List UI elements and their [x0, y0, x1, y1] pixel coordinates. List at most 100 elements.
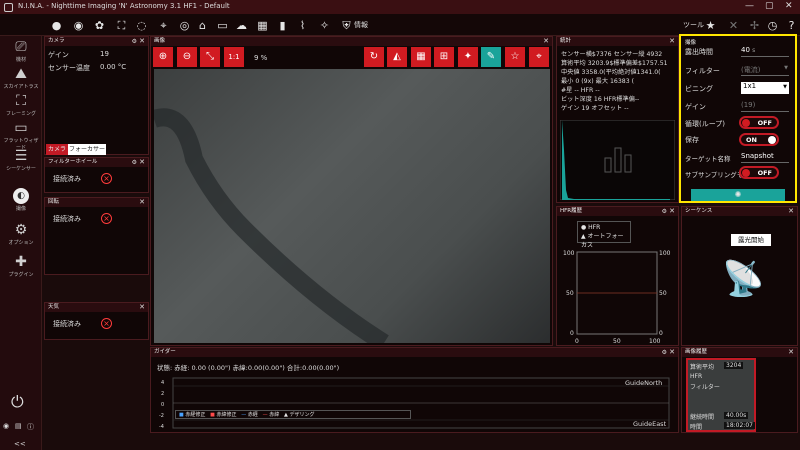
star-detect-button[interactable]: ☆ [505, 47, 525, 67]
exposure-input[interactable]: 40 s [741, 46, 789, 57]
collapse-icon[interactable]: << [14, 440, 26, 448]
view-icon[interactable]: ◉ [3, 422, 9, 430]
camera-panel: カメラ ⚙ ✕ ゲイン 19 センサー温度 0.00 °C カメラ フォーカサー [44, 36, 149, 155]
zoom-fit-button[interactable]: ⤡ [200, 47, 220, 67]
filter-select[interactable]: (電流) ▼ [741, 65, 789, 76]
crosshair-button[interactable]: ⊞ [434, 47, 454, 67]
sidebar-item-plugins[interactable]: ✚ プラグイン [2, 254, 40, 278]
plate-solve-button[interactable]: ⌖ [529, 47, 549, 67]
camera-status-icon[interactable]: ● [50, 19, 63, 32]
puzzle-icon: ✚ [15, 254, 27, 270]
close-icon[interactable]: ✕ [788, 207, 794, 216]
info-icon[interactable]: ⓘ [27, 422, 34, 432]
gain-label: ゲイン [685, 103, 706, 111]
sidebar-item-sequencer[interactable]: ☰ シーケンサー [2, 148, 40, 172]
framing-icon: ⛶ [16, 93, 26, 109]
subsample-toggle[interactable]: OFF [739, 166, 779, 179]
loop-toggle[interactable]: OFF [739, 116, 779, 129]
telescope-status-icon[interactable]: ⌖ [157, 19, 170, 32]
guider-legend: ■ 赤経修正 ■ 赤緯修正 — 赤経 — 赤緯 ▲ デザリング [175, 410, 411, 419]
stats-status-icon[interactable]: ▮ [276, 19, 289, 32]
subsample-label: サブサンプリングモ [685, 171, 744, 179]
tools-label[interactable]: ツール [683, 20, 704, 30]
svg-text:-2: -2 [159, 413, 164, 419]
power-icon[interactable]: ⏻ [11, 392, 24, 412]
close-icon[interactable]: ✕ [669, 348, 675, 357]
close-icon[interactable]: ✕ [669, 207, 675, 216]
grid-button[interactable]: ▦ [411, 47, 431, 67]
dome-status-icon[interactable]: ⌂ [196, 19, 209, 32]
gain-input[interactable]: (19) [741, 101, 789, 112]
rotate-button[interactable]: ↻ [364, 47, 384, 67]
shield-icon[interactable]: ⛨ [340, 19, 353, 32]
sidebar-item-flatwizard[interactable]: ▭ フラットウィザード [2, 120, 40, 151]
sidebar-item-equipment[interactable]: ⎚ 機材 [2, 39, 40, 63]
disconnect-icon[interactable]: × [101, 318, 112, 329]
help-icon[interactable]: ? [785, 19, 798, 32]
sensor-temp-value: 0.00 °C [100, 63, 127, 71]
close-icon[interactable]: ✕ [543, 37, 549, 46]
loop-label: 循環(ループ) [685, 120, 726, 128]
sidebar-item-options[interactable]: ⚙ オプション [2, 222, 40, 246]
svg-text:50: 50 [566, 290, 574, 297]
start-exposure-button[interactable]: ✺ [691, 189, 785, 201]
flatpanel-status-icon[interactable]: ▭ [216, 19, 229, 32]
guider-status-icon[interactable]: ◎ [178, 19, 191, 32]
close-icon[interactable]: ✕ [139, 303, 145, 312]
tab-camera[interactable]: カメラ [46, 144, 68, 155]
svg-text:50: 50 [613, 338, 621, 345]
star-icon[interactable]: ★ [704, 19, 717, 32]
weather-status-icon[interactable]: ☁ [235, 19, 248, 32]
info-label[interactable]: 情報 [354, 20, 368, 30]
svg-text:-4: -4 [159, 424, 164, 430]
weather-panel: 天気 ✕ 接続済み × [44, 302, 149, 340]
filterwheel-status-icon[interactable]: ◉ [72, 19, 85, 32]
sidebar-item-imaging[interactable]: ◐ 撮像 [2, 188, 40, 212]
close-icon[interactable]: ✕ [788, 348, 794, 357]
close-icon[interactable]: ✕ [139, 198, 145, 207]
maximize-icon[interactable]: ▢ [765, 1, 774, 11]
close-icon[interactable]: ✕ [785, 1, 793, 11]
close-icon[interactable]: ✕ [139, 158, 145, 167]
zoom-in-button[interactable]: ⊕ [153, 47, 173, 67]
close-icon[interactable]: ✕ [139, 37, 145, 46]
settings-icon[interactable]: ⚙ [132, 158, 137, 167]
history-thumbnail[interactable]: 算術平均 3204 HFR フィルター 継続時間 40.00s 時間 18:02… [686, 358, 756, 432]
notes-icon[interactable]: ▤ [15, 422, 22, 430]
minimize-icon[interactable]: — [745, 1, 754, 11]
autostretch-button[interactable]: ✦ [458, 47, 478, 67]
close-icon[interactable]: ✕ [669, 37, 675, 46]
rotator-status-icon[interactable]: ✿ [93, 19, 106, 32]
tab-focuser[interactable]: フォーカサー [68, 144, 106, 155]
flip-button[interactable]: ◭ [387, 47, 407, 67]
settings-icon[interactable]: ⚙ [132, 37, 137, 46]
save-toggle[interactable]: ON [739, 133, 779, 146]
svg-text:100: 100 [649, 338, 661, 345]
focuser-status-icon[interactable]: ⛶ [115, 19, 128, 32]
svg-text:0: 0 [570, 330, 574, 337]
tool-disabled-icon: ✕ [728, 19, 739, 32]
target-name-input[interactable]: Snapshot [741, 152, 789, 163]
image-history-panel: 画像履歴 ✕ 算術平均 3204 HFR フィルター 継続時間 40.00s 時間… [681, 347, 798, 433]
target-name-label: ターゲット名称 [685, 155, 731, 163]
sidebar-item-framing[interactable]: ⛶ フレーミング [2, 93, 40, 117]
switch-status-icon[interactable]: ◌ [135, 19, 148, 32]
zoom-out-button[interactable]: ⊖ [177, 47, 197, 67]
rotator-panel: 回転 ✕ 接続済み × [44, 197, 149, 275]
binning-label: ビニング [685, 85, 713, 93]
settings-icon[interactable]: ⚙ [662, 207, 667, 216]
disconnect-icon[interactable]: × [101, 213, 112, 224]
history-icon[interactable]: ◷ [766, 19, 779, 32]
annotate-button[interactable]: ✎ [481, 47, 501, 67]
graph-status-icon[interactable]: ⌇ [296, 19, 309, 32]
image-viewer[interactable] [154, 69, 550, 343]
binning-select[interactable]: 1x1 ▼ [741, 82, 789, 94]
sidebar-item-skyatlas[interactable]: ⛰ スカイアトラス [2, 66, 40, 90]
safety-status-icon[interactable]: ▦ [256, 19, 269, 32]
zoom-1-1-button[interactable]: 1:1 [224, 47, 244, 67]
camera-icon: ⎚ [15, 39, 27, 55]
settings-icon[interactable]: ⚙ [662, 348, 667, 357]
disconnect-icon[interactable]: × [101, 173, 112, 184]
bulb-status-icon[interactable]: ✧ [318, 19, 331, 32]
title-bar: N.I.N.A. - Nighttime Imaging 'N' Astrono… [0, 0, 800, 14]
